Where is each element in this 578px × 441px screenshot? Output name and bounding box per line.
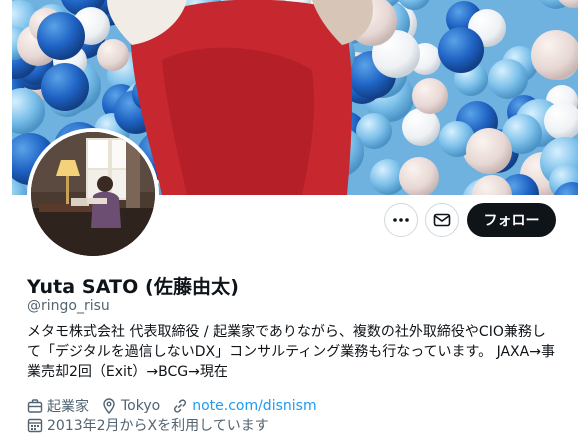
ball-shape: [41, 63, 89, 111]
ball-shape: [37, 12, 85, 60]
ball-shape: [402, 108, 440, 146]
ball-shape: [412, 78, 448, 114]
ball-shape: [488, 59, 528, 99]
ball-shape: [466, 128, 512, 174]
website-item: note.com/disnism: [172, 398, 317, 414]
bio-line: て「デジタルを過信しないDX」コンサルティング業務も行なっています。 JAXA→…: [27, 344, 555, 360]
location-text: Tokyo: [121, 398, 161, 414]
more-dots-icon: [393, 218, 409, 222]
profession-item: 起業家: [27, 396, 89, 416]
location-item: Tokyo: [101, 398, 160, 414]
bio-line: 業売却2回（Exit）→BCG→現在: [27, 364, 228, 380]
more-options-button[interactable]: [384, 203, 418, 237]
profile-meta: 起業家 Tokyo note.com/disnism: [27, 396, 329, 416]
profession-text: 起業家: [47, 399, 89, 415]
link-icon: [174, 399, 187, 413]
profile-handle: @ringo_risu: [27, 298, 110, 314]
profile-joined: 2013年2月からXを利用しています: [27, 415, 269, 435]
profile-bio: メタモ株式会社 代表取締役 / 起業家でありながら、複数の社外取締役やCIO兼務…: [27, 322, 567, 382]
bio-line: メタモ株式会社 代表取締役 / 起業家でありながら、複数の社外取締役やCIO兼務…: [27, 324, 546, 340]
envelope-icon: [433, 213, 451, 227]
message-button[interactable]: [425, 203, 459, 237]
location-pin-icon: [103, 398, 115, 414]
ball-shape: [97, 39, 129, 71]
ball-shape: [438, 27, 484, 73]
profile-name: Yuta SATO (佐藤由太): [27, 276, 240, 298]
follow-button[interactable]: フォロー: [467, 203, 556, 237]
calendar-icon: [27, 418, 43, 433]
website-link[interactable]: note.com/disnism: [192, 398, 316, 414]
joined-text: 2013年2月からXを利用しています: [47, 418, 269, 434]
avatar[interactable]: [31, 132, 155, 256]
briefcase-icon: [27, 399, 43, 413]
